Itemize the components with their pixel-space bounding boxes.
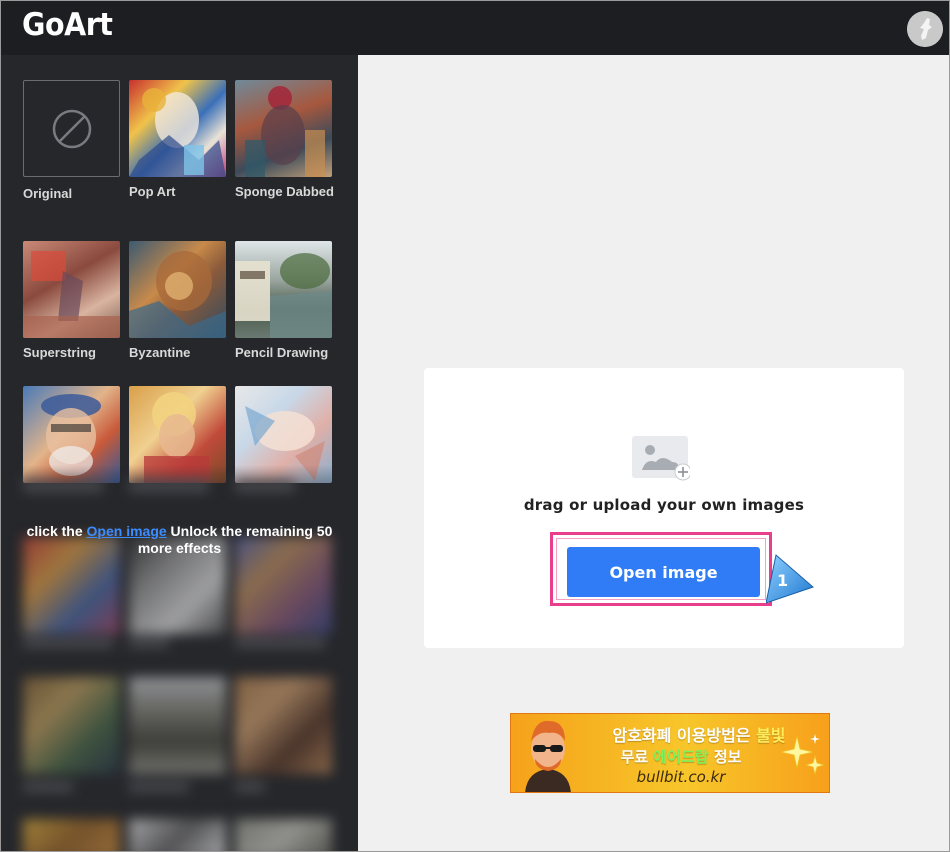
step-pointer-icon: 1 bbox=[766, 554, 814, 604]
user-avatar-icon[interactable] bbox=[907, 11, 943, 47]
open-image-button[interactable]: Open image bbox=[567, 547, 760, 597]
sparkle-icon bbox=[781, 734, 826, 776]
app-logo[interactable]: GoArt bbox=[22, 7, 113, 43]
ad-banner[interactable]: 암호화폐 이용방법은 불빛 무료 에어드랍 정보 bullbit.co.kr bbox=[510, 713, 830, 793]
no-symbol-icon bbox=[52, 109, 92, 149]
banner-line2-suffix: 정보 bbox=[708, 748, 742, 766]
unlock-suffix: Unlock the remaining 50 more effects bbox=[137, 523, 333, 556]
upload-prompt: drag or upload your own images bbox=[523, 496, 805, 514]
main-area: drag or upload your own images Open imag… bbox=[358, 55, 949, 851]
app-window: GoArt Original Pop Art Sponge Dabbed Sup… bbox=[0, 0, 950, 852]
effect-byzantine-label: Byzantine bbox=[129, 345, 191, 360]
top-bar: GoArt bbox=[1, 1, 949, 55]
effect-pop-art-tile[interactable] bbox=[129, 80, 226, 177]
banner-line2-text: 무료 bbox=[620, 748, 654, 766]
banner-line2: 무료 에어드랍 정보 bbox=[571, 746, 791, 767]
effects-sidebar: Original Pop Art Sponge Dabbed Superstri… bbox=[1, 55, 358, 851]
effect-byzantine-tile[interactable] bbox=[129, 241, 226, 338]
effect-original-tile[interactable] bbox=[23, 80, 120, 177]
banner-line2-highlight: 에어드랍 bbox=[653, 748, 709, 766]
banner-line1-text: 암호화폐 이용방법은 bbox=[612, 726, 757, 745]
effect-pencil-drawing-tile[interactable] bbox=[235, 241, 332, 338]
effect-original-label: Original bbox=[23, 186, 73, 201]
effect-pop-art-label: Pop Art bbox=[129, 184, 176, 199]
banner-url: bullbit.co.kr bbox=[636, 768, 726, 786]
effect-superstring-tile[interactable] bbox=[23, 241, 120, 338]
effect-superstring-label: Superstring bbox=[23, 345, 96, 360]
open-image-link[interactable]: Open image bbox=[87, 523, 167, 539]
effect-pencil-drawing-label: Pencil Drawing bbox=[235, 345, 329, 360]
step-number: 1 bbox=[777, 571, 788, 590]
effect-sponge-dabbed-tile[interactable] bbox=[235, 80, 332, 177]
effect-sponge-dabbed-label: Sponge Dabbed bbox=[235, 184, 334, 199]
unlock-message: click the Open image Unlock the remainin… bbox=[11, 523, 348, 557]
image-upload-icon bbox=[632, 436, 690, 481]
unlock-prefix: click the bbox=[26, 523, 87, 539]
